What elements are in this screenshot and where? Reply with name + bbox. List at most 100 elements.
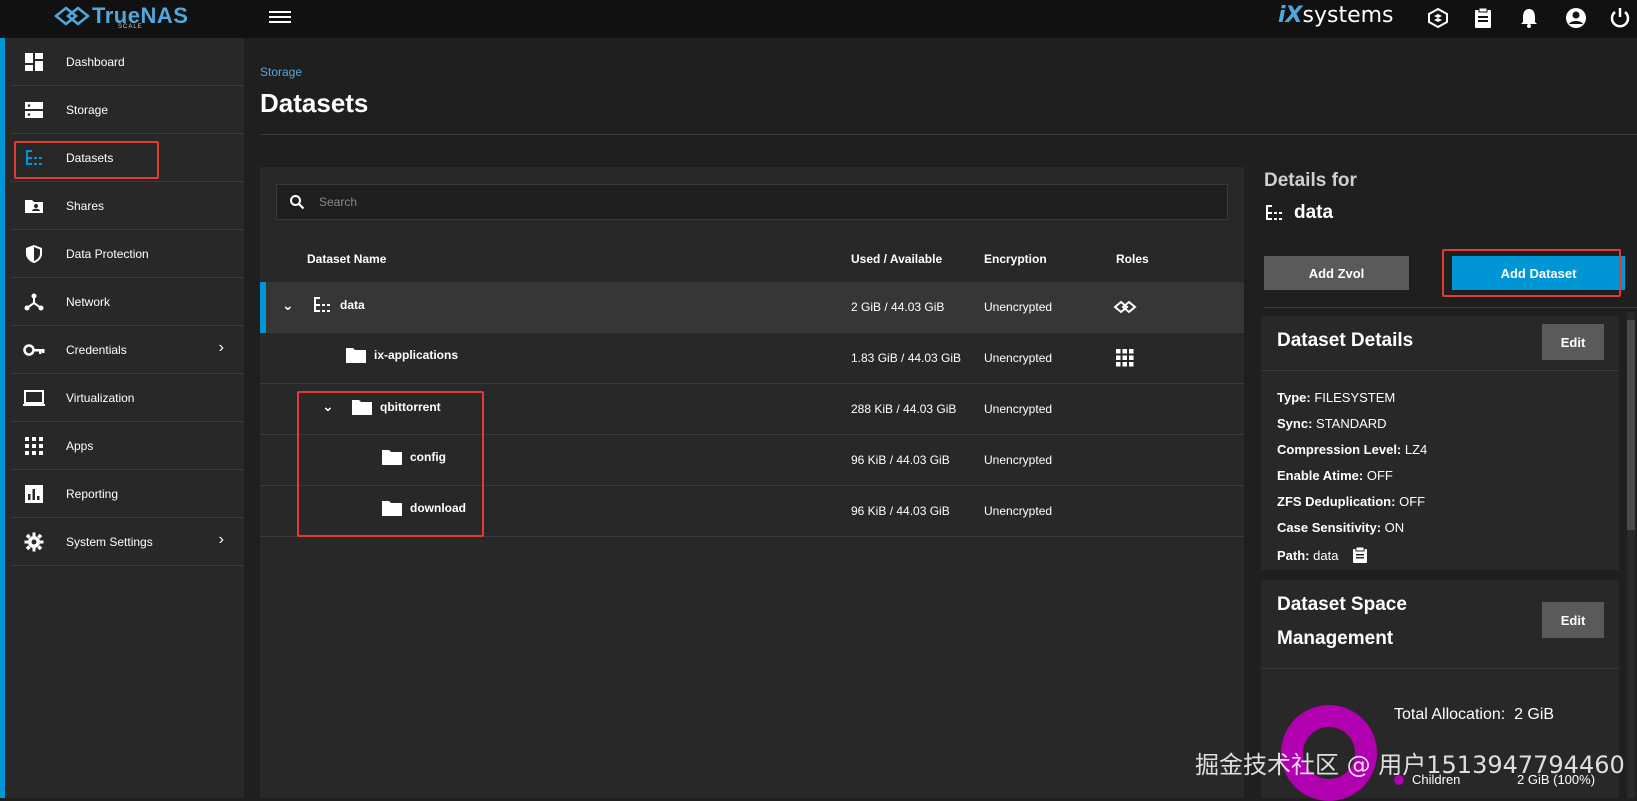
detail-case-sensitivity: Case Sensitivity: ON	[1277, 520, 1405, 535]
card-title-line2: Management	[1277, 628, 1394, 649]
highlight-box-datasets	[14, 141, 159, 179]
encryption-status: Unencrypted	[984, 402, 1053, 416]
column-header-used-available[interactable]: Used / Available	[851, 252, 942, 266]
sidebar-item-credentials[interactable]: Credentials ›	[10, 326, 244, 374]
sidebar-item-virtualization[interactable]: Virtualization	[10, 374, 244, 422]
key-icon	[22, 338, 46, 362]
chevron-right-icon: ›	[218, 531, 224, 548]
total-allocation: Total Allocation: 2 GiB	[1394, 706, 1555, 723]
shares-icon	[22, 194, 46, 218]
power-icon[interactable]	[1606, 4, 1634, 32]
storage-icon	[22, 98, 46, 122]
sidebar-item-storage[interactable]: Storage	[10, 86, 244, 134]
add-zvol-button[interactable]: Add Zvol	[1264, 256, 1409, 290]
encryption-status: Unencrypted	[984, 351, 1053, 365]
truenas-role-icon	[1113, 300, 1137, 314]
dataset-name: ix-applications	[374, 348, 459, 362]
truenas-logo-icon	[53, 6, 91, 26]
detail-atime: Enable Atime: OFF	[1277, 468, 1393, 483]
dashboard-icon	[22, 50, 46, 74]
table-row-ix-applications[interactable]: ix-applications 1.83 GiB / 44.03 GiB Une…	[260, 333, 1244, 384]
details-scrollbar[interactable]	[1627, 312, 1635, 798]
sidebar-item-network[interactable]: Network	[10, 278, 244, 326]
sidebar-item-label: Data Protection	[66, 246, 149, 261]
sidebar-item-dashboard[interactable]: Dashboard	[10, 38, 244, 86]
used-available: 2 GiB / 44.03 GiB	[851, 300, 945, 314]
table-row-data[interactable]: ⌄ data 2 GiB / 44.03 GiB Unencrypted	[260, 282, 1244, 333]
truenas-logo[interactable]: TrueNAS SCALE	[52, 2, 188, 30]
search-input[interactable]	[319, 195, 1199, 209]
sidebar-item-label: Credentials	[66, 342, 127, 357]
sidebar-item-shares[interactable]: Shares	[10, 182, 244, 230]
search-icon	[290, 195, 305, 210]
account-icon[interactable]	[1562, 4, 1590, 32]
dataset-name: data	[340, 298, 365, 312]
ixsystems-logo[interactable]: iXsystems	[1278, 3, 1394, 28]
sidebar-item-label: Reporting	[66, 486, 119, 501]
clipboard-icon[interactable]	[1469, 4, 1497, 32]
network-icon	[22, 290, 46, 314]
truecommand-icon[interactable]	[1424, 4, 1452, 32]
divider	[260, 134, 1637, 135]
sidebar-item-apps[interactable]: Apps	[10, 422, 244, 470]
sidebar-item-reporting[interactable]: Reporting	[10, 470, 244, 518]
details-heading: Details for	[1264, 170, 1357, 191]
sidebar-item-label: Network	[66, 294, 111, 309]
scrollbar-thumb[interactable]	[1627, 320, 1635, 530]
divider	[1261, 370, 1619, 371]
edit-dataset-details-button[interactable]: Edit	[1542, 324, 1604, 360]
dataset-details-card: Dataset Details Edit Type: FILESYSTEM Sy…	[1261, 316, 1619, 570]
menu-toggle-icon[interactable]	[269, 8, 291, 28]
used-available: 288 KiB / 44.03 GiB	[851, 402, 957, 416]
column-header-dataset-name[interactable]: Dataset Name	[307, 252, 386, 266]
monitor-icon	[22, 386, 46, 410]
detail-sync: Sync: STANDARD	[1277, 416, 1387, 431]
sidebar-item-label: Storage	[66, 102, 109, 117]
sidebar-accent-bar	[0, 38, 5, 798]
top-bar: TrueNAS SCALE iXsystems	[0, 0, 1637, 38]
sidebar-item-label: Virtualization	[66, 390, 135, 405]
shield-icon	[22, 242, 46, 266]
dataset-tree-icon	[1266, 205, 1282, 220]
detail-compression: Compression Level: LZ4	[1277, 442, 1428, 457]
divider	[1261, 668, 1619, 669]
detail-path: Path: data	[1277, 546, 1368, 564]
sidebar-item-label: Apps	[66, 438, 94, 453]
sidebar-item-system-settings[interactable]: System Settings ›	[10, 518, 244, 566]
sidebar-item-data-protection[interactable]: Data Protection	[10, 230, 244, 278]
sidebar-item-label: System Settings	[66, 534, 153, 549]
encryption-status: Unencrypted	[984, 504, 1053, 518]
page-title: Datasets	[260, 88, 369, 118]
sidebar-item-label: Dashboard	[66, 54, 125, 69]
column-header-roles[interactable]: Roles	[1116, 252, 1149, 266]
used-available: 96 KiB / 44.03 GiB	[851, 453, 950, 467]
apps-role-icon	[1116, 349, 1134, 367]
details-dataset-name: data	[1264, 202, 1333, 224]
used-available: 1.83 GiB / 44.03 GiB	[851, 351, 962, 365]
detail-dedup: ZFS Deduplication: OFF	[1277, 494, 1426, 509]
gear-icon	[22, 530, 46, 554]
chevron-down-icon[interactable]: ⌄	[282, 297, 296, 314]
folder-icon	[346, 348, 366, 363]
selected-row-indicator	[260, 282, 266, 333]
divider	[1264, 307, 1637, 308]
encryption-status: Unencrypted	[984, 453, 1053, 467]
used-available: 96 KiB / 44.03 GiB	[851, 504, 950, 518]
card-title: Dataset Space	[1277, 594, 1407, 615]
highlight-box-qbittorrent-group	[297, 391, 484, 537]
bell-icon[interactable]	[1515, 4, 1543, 32]
apps-icon	[22, 434, 46, 458]
encryption-status: Unencrypted	[984, 300, 1053, 314]
chevron-right-icon: ›	[218, 339, 224, 356]
detail-type: Type: FILESYSTEM	[1277, 390, 1396, 405]
breadcrumb[interactable]: Storage	[260, 65, 302, 79]
edit-space-management-button[interactable]: Edit	[1542, 602, 1604, 638]
dataset-tree-icon	[314, 297, 330, 312]
highlight-box-add-dataset	[1442, 249, 1621, 297]
copy-clipboard-icon[interactable]	[1352, 546, 1368, 564]
card-title: Dataset Details	[1277, 330, 1414, 351]
column-header-encryption[interactable]: Encryption	[984, 252, 1047, 266]
search-field[interactable]	[276, 184, 1228, 220]
sidebar-item-label: Shares	[66, 198, 105, 213]
watermark: 掘金技术社区 @ 用户1513947794460	[1195, 751, 1625, 779]
